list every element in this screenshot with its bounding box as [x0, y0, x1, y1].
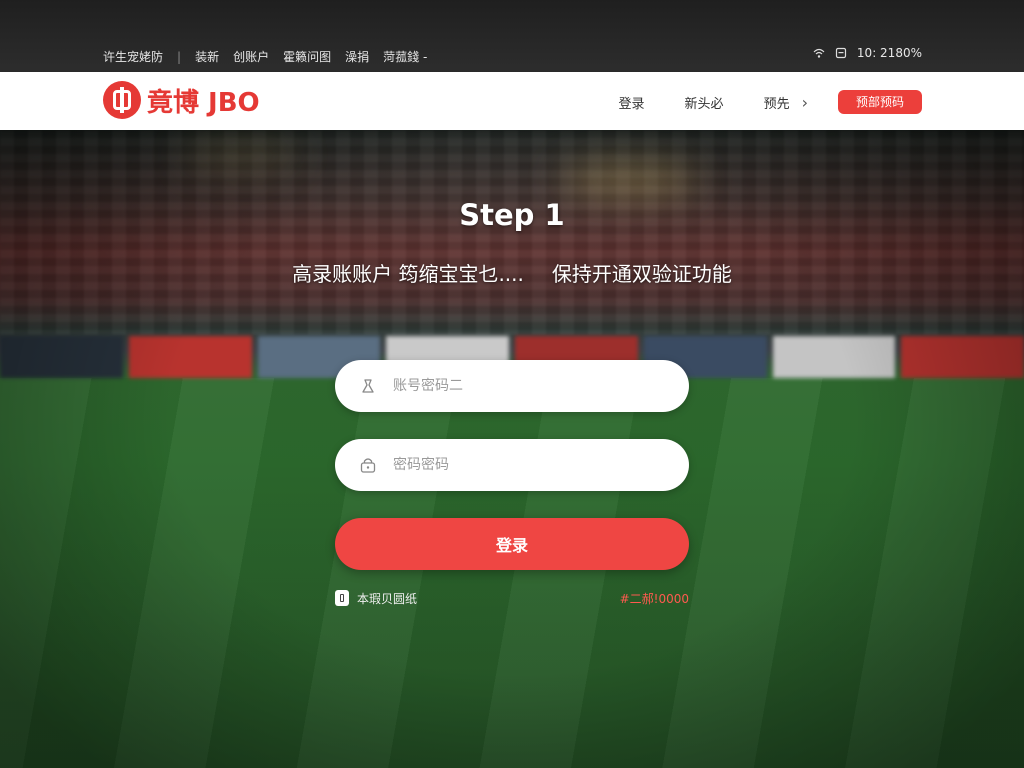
status-indicators: 10: 2180%	[813, 46, 922, 60]
status-text: 10: 2180%	[856, 46, 922, 60]
nav-item-news[interactable]: 新头必	[685, 93, 724, 112]
status-links: 许生宠姥防 | 装新 创账户 霍籁问图 澡捐 菏菰錢 -	[103, 48, 427, 65]
account-field[interactable]	[335, 360, 689, 412]
account-input[interactable]	[391, 377, 655, 395]
site-header: 竟博 JBO 登录 新头必 预先 › 预部预码	[0, 72, 1024, 130]
forgot-password-link[interactable]: #二郝!0000	[620, 590, 689, 607]
status-link[interactable]: 创账户	[233, 48, 269, 65]
remember-me[interactable]: 本瑕贝圆纸	[335, 590, 417, 607]
brand-logo[interactable]: 竟博 JBO	[103, 80, 260, 120]
status-link[interactable]: 菏菰錢 -	[383, 48, 427, 65]
status-link[interactable]: 许生宠姥防	[103, 48, 163, 65]
header-nav: 登录 新头必 预先 › 预部预码	[579, 90, 922, 114]
step-title: Step 1	[459, 198, 565, 232]
subtitle-part-1: 高录账账户 筠缩宝宝乜....	[292, 262, 524, 286]
lock-icon	[360, 458, 376, 473]
nav-item-login[interactable]: 登录	[619, 93, 645, 112]
login-button[interactable]: 登录	[335, 518, 689, 570]
step-subtitle: 高录账账户 筠缩宝宝乜.... 保持开通双验证功能	[0, 258, 1024, 287]
status-link[interactable]: 澡捐	[345, 48, 369, 65]
remember-checkbox[interactable]	[335, 590, 349, 606]
remember-label: 本瑕贝圆纸	[357, 591, 418, 606]
logo-text: 竟博 JBO	[147, 87, 260, 118]
subtitle-part-2: 保持开通双验证功能	[551, 262, 732, 286]
nav-item-preview[interactable]: 预先	[764, 93, 790, 112]
top-status-bar: 许生宠姥防 | 装新 创账户 霍籁问图 澡捐 菏菰錢 - 10: 2180%	[0, 0, 1024, 72]
password-input[interactable]	[391, 456, 655, 474]
battery-icon	[835, 47, 847, 59]
chevron-right-icon[interactable]: ›	[802, 93, 808, 112]
divider: |	[177, 49, 182, 64]
register-button[interactable]: 预部预码	[837, 90, 922, 114]
user-icon	[362, 379, 374, 393]
wifi-icon	[813, 48, 825, 58]
logo-icon	[103, 81, 141, 119]
form-options: 本瑕贝圆纸 #二郝!0000	[335, 588, 689, 608]
status-link[interactable]: 霍籁问图	[283, 48, 331, 65]
status-link[interactable]: 装新	[195, 48, 219, 65]
password-field[interactable]	[335, 439, 689, 491]
